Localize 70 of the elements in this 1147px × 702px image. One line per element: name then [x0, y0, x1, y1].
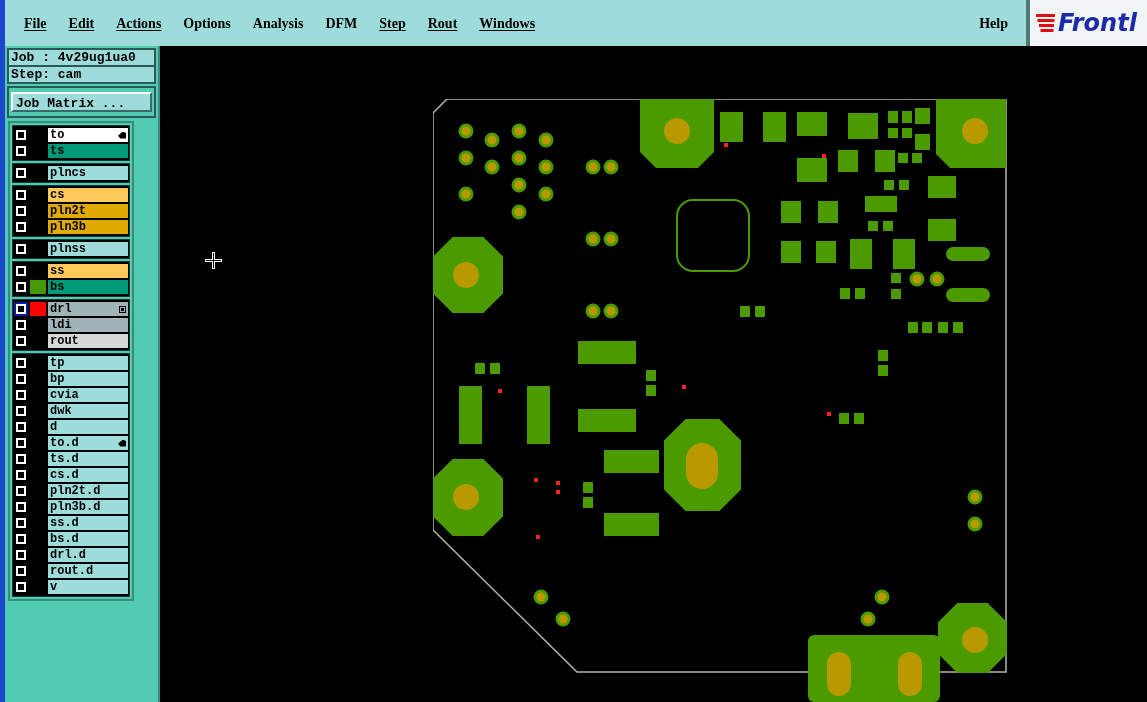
layer-name[interactable]: ts — [48, 144, 128, 158]
layer-name[interactable]: rout.d — [48, 564, 128, 578]
layer-name[interactable]: pln3b — [48, 220, 128, 234]
layer-name[interactable]: d — [48, 420, 128, 434]
layer-name[interactable]: ldi — [48, 318, 128, 332]
layer-name[interactable]: v — [48, 580, 128, 594]
expand-icon[interactable] — [119, 305, 126, 313]
layer-name[interactable]: plncs — [48, 166, 128, 180]
menu-item[interactable]: Windows — [479, 12, 536, 34]
layer-name[interactable]: ss.d — [48, 516, 128, 530]
layer-checkbox[interactable] — [16, 336, 26, 346]
layer-checkbox[interactable] — [16, 266, 26, 276]
speed-lines-icon — [1036, 12, 1056, 34]
layer-name[interactable]: ss — [48, 264, 128, 278]
layer-checkbox[interactable] — [16, 282, 26, 292]
layer-checkbox[interactable] — [16, 358, 26, 368]
layer-checkbox[interactable] — [16, 582, 26, 592]
job-label: Job : 4v29ug1ua0 — [9, 50, 154, 67]
layer-checkbox[interactable] — [16, 222, 26, 232]
layer-checkbox[interactable] — [16, 534, 26, 544]
layer-checkbox[interactable] — [16, 502, 26, 512]
layer-name[interactable]: drl — [48, 302, 128, 316]
menu-item[interactable]: Actions — [116, 12, 162, 34]
layer-name[interactable]: pln2t.d — [48, 484, 128, 498]
menu-item[interactable]: Help — [979, 12, 1008, 34]
menu-item[interactable]: Options — [183, 12, 231, 34]
layer-checkbox[interactable] — [16, 206, 26, 216]
layer-name[interactable]: ts.d — [48, 452, 128, 466]
layer-name[interactable]: plnss — [48, 242, 128, 256]
crosshair-cursor-icon — [205, 252, 222, 269]
menu-item[interactable]: File — [24, 12, 47, 34]
layer-checkbox[interactable] — [16, 406, 26, 416]
layer-name[interactable]: tp — [48, 356, 128, 370]
layer-checkbox[interactable] — [16, 486, 26, 496]
menu-item[interactable]: Rout — [427, 12, 458, 34]
layer-checkbox[interactable] — [16, 320, 26, 330]
menu-item[interactable]: DFM — [325, 12, 358, 34]
layer-checkbox[interactable] — [16, 470, 26, 480]
menu-item[interactable]: Step — [379, 12, 406, 34]
layer-checkbox[interactable] — [16, 454, 26, 464]
layer-checkbox[interactable] — [16, 146, 26, 156]
layer-name[interactable]: pln3b.d — [48, 500, 128, 514]
layer-name[interactable]: dwk — [48, 404, 128, 418]
layer-name[interactable]: to — [48, 128, 128, 142]
layer-checkbox[interactable] — [16, 566, 26, 576]
layer-checkbox[interactable] — [16, 422, 26, 432]
job-matrix-button[interactable]: Job Matrix ... — [11, 92, 152, 112]
layer-checkbox[interactable] — [16, 168, 26, 178]
layer-checkbox[interactable] — [16, 190, 26, 200]
logo-text: Frontl — [1058, 11, 1137, 35]
layer-name[interactable]: cvia — [48, 388, 128, 402]
layer-name[interactable]: bs — [48, 280, 128, 294]
menu-item[interactable]: Edit — [68, 12, 95, 34]
step-label: Step: cam — [10, 67, 83, 82]
layer-name[interactable]: pln2t — [48, 204, 128, 218]
layer-name[interactable]: to.d — [48, 436, 128, 450]
layer-name[interactable]: drl.d — [48, 548, 128, 562]
layer-checkbox[interactable] — [16, 130, 26, 140]
menu-item[interactable]: Analysis — [252, 12, 304, 34]
layer-checkbox[interactable] — [16, 550, 26, 560]
layer-name[interactable]: bs.d — [48, 532, 128, 546]
layer-checkbox[interactable] — [16, 438, 26, 448]
layer-name[interactable]: cs — [48, 188, 128, 202]
layer-checkbox[interactable] — [16, 518, 26, 528]
layer-name[interactable]: rout — [48, 334, 128, 348]
layer-name[interactable]: bp — [48, 372, 128, 386]
layer-checkbox[interactable] — [16, 374, 26, 384]
layer-checkbox[interactable] — [16, 244, 26, 254]
layer-name[interactable]: cs.d — [48, 468, 128, 482]
layer-checkbox[interactable] — [16, 390, 26, 400]
